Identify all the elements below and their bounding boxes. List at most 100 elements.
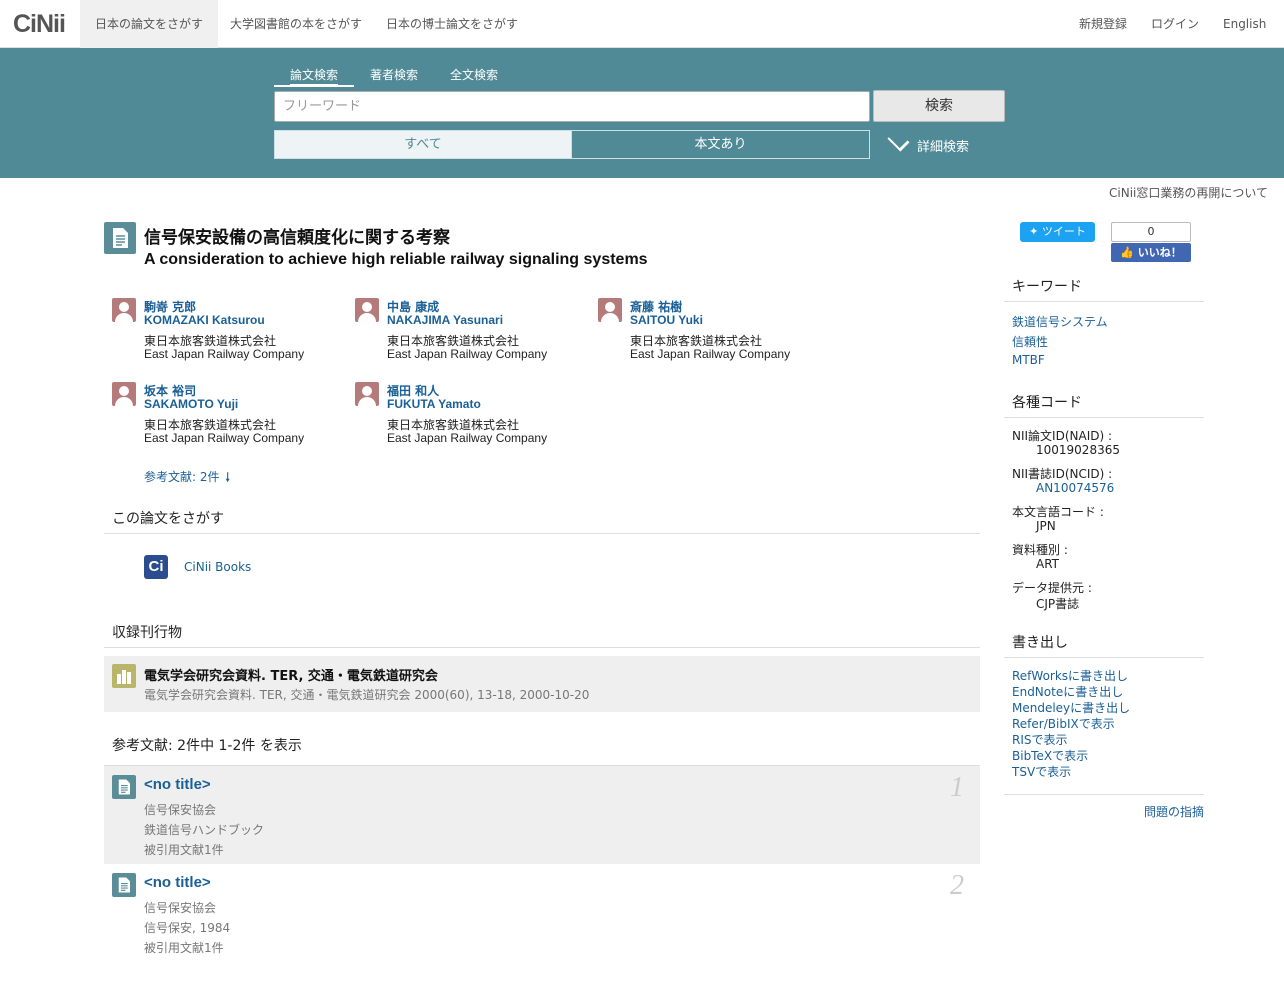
search-button[interactable]: 検索	[873, 90, 1005, 122]
divider	[1004, 794, 1204, 795]
search-tab-papers[interactable]: 論文検索	[290, 66, 339, 86]
tab-university-books[interactable]: 大学図書館の本をさがす	[215, 0, 377, 48]
register-link[interactable]: 新規登録	[1079, 0, 1127, 48]
references-heading: 参考文献: 2件中 1-2件 を表示	[112, 738, 302, 754]
tab-japanese-papers[interactable]: 日本の論文をさがす	[80, 0, 219, 48]
export-ris-link[interactable]: RISで表示	[1012, 731, 1068, 748]
like-count: 0	[1111, 222, 1191, 242]
report-problem-link[interactable]: 問題の指摘	[1144, 803, 1204, 820]
journal-entry: 電気学会研究会資料. TER, 交通・電気鉄道研究会 電気学会研究会資料. TE…	[104, 656, 980, 712]
reference-item: <no title> 信号保安協会 鉄道信号ハンドブック 被引用文献1件 1	[104, 765, 980, 864]
export-bibtex-link[interactable]: BibTeXで表示	[1012, 747, 1088, 764]
code-key-naid: NII論文ID(NAID) :	[1012, 429, 1113, 443]
code-value-naid: 10019028365	[1036, 443, 1120, 457]
filter-fulltext-button[interactable]: 本文あり	[571, 130, 870, 159]
article-icon	[104, 222, 136, 254]
journal-heading: 収録刊行物	[112, 625, 182, 641]
journal-title[interactable]: 電気学会研究会資料. TER, 交通・電気鉄道研究会	[144, 665, 438, 684]
like-button[interactable]: 👍 いいね！	[1111, 243, 1191, 262]
reference-title[interactable]: <no title>	[144, 776, 211, 793]
arrow-down-icon: 🠓	[225, 470, 230, 484]
search-band: 論文検索 著者検索 全文検索 フリーワード 検索 すべて 本文あり 詳細検索	[0, 48, 1284, 178]
code-key-language: 本文言語コード :	[1012, 505, 1104, 519]
person-icon	[355, 382, 379, 406]
tweet-button[interactable]: ✦ ツイート	[1020, 222, 1095, 242]
divider	[104, 647, 980, 648]
cinii-logo[interactable]: CiNii	[13, 10, 66, 39]
reference-number: 2	[950, 870, 964, 901]
code-value-type: ART	[1036, 557, 1060, 571]
article-icon	[112, 873, 136, 897]
tweet-label: ツイート	[1041, 225, 1086, 238]
code-value-provider: CJP書誌	[1036, 597, 1080, 611]
twitter-bird-icon: ✦	[1029, 225, 1042, 238]
find-paper-heading: この論文をさがす	[112, 511, 224, 527]
author-affiliation-en: East Japan Railway Company	[630, 347, 791, 361]
divider	[104, 533, 980, 534]
author-affiliation-en: East Japan Railway Company	[144, 431, 305, 445]
author-affiliation-en: East Japan Railway Company	[387, 347, 548, 361]
reference-cited-count: 被引用文献1件	[144, 941, 224, 955]
reference-source: 信号保安, 1984	[144, 921, 231, 935]
code-value-ncid[interactable]: AN10074576	[1036, 481, 1114, 495]
tab-dissertations[interactable]: 日本の博士論文をさがす	[371, 0, 533, 48]
reference-number: 1	[950, 772, 964, 803]
article-icon	[112, 775, 136, 799]
export-refworks-link[interactable]: RefWorksに書き出し	[1012, 667, 1128, 684]
export-mendeley-link[interactable]: Mendeleyに書き出し	[1012, 699, 1130, 716]
keyword-link[interactable]: 信頼性	[1012, 333, 1048, 350]
export-heading: 書き出し	[1012, 635, 1068, 651]
notice-link[interactable]: CiNii窓口業務の再開について	[1109, 184, 1268, 201]
reference-item: <no title> 信号保安協会 信号保安, 1984 被引用文献1件 2	[104, 864, 980, 963]
author-name-en[interactable]: FUKUTA Yamato	[387, 397, 481, 411]
author-name-en[interactable]: SAITOU Yuki	[630, 313, 703, 327]
search-tab-fulltext[interactable]: 全文検索	[450, 66, 498, 86]
paper-title-ja: 信号保安設備の高信頼度化に関する考察	[144, 228, 450, 248]
export-tsv-link[interactable]: TSVで表示	[1012, 763, 1071, 780]
chevron-down-icon	[887, 129, 910, 152]
references-jump-link[interactable]: 参考文献: 2件 🠓	[144, 468, 230, 489]
english-link[interactable]: English	[1223, 0, 1266, 48]
reference-publisher: 信号保安協会	[144, 803, 217, 817]
references-jump-label: 参考文献: 2件	[144, 470, 220, 484]
thumbs-up-icon: 👍	[1120, 246, 1138, 259]
code-key-provider: データ提供元 :	[1012, 581, 1092, 595]
reference-publisher: 信号保安協会	[144, 901, 217, 915]
advanced-search-toggle[interactable]: 詳細検索	[887, 129, 970, 155]
person-icon	[112, 382, 136, 406]
cinii-books-link[interactable]: CiNii Books	[184, 560, 251, 574]
journal-detail: 電気学会研究会資料. TER, 交通・電気鉄道研究会 2000(60), 13-…	[144, 688, 590, 702]
reference-source: 鉄道信号ハンドブック	[144, 823, 265, 837]
top-navigation: CiNii 日本の論文をさがす 大学図書館の本をさがす 日本の博士論文をさがす …	[0, 0, 1284, 48]
keyword-link[interactable]: MTBF	[1012, 353, 1045, 367]
like-label: いいね！	[1137, 246, 1182, 259]
divider	[1004, 417, 1204, 418]
export-endnote-link[interactable]: EndNoteに書き出し	[1012, 683, 1123, 700]
code-value-language: JPN	[1036, 519, 1056, 533]
author-name-en[interactable]: NAKAJIMA Yasunari	[387, 313, 503, 327]
active-tab-underline	[274, 85, 354, 87]
code-key-type: 資料種別 :	[1012, 543, 1068, 557]
divider	[1004, 657, 1204, 658]
advanced-search-label: 詳細検索	[917, 140, 970, 155]
person-icon	[598, 298, 622, 322]
reference-title[interactable]: <no title>	[144, 874, 211, 891]
keyword-link[interactable]: 鉄道信号システム	[1012, 313, 1108, 330]
author-affiliation-en: East Japan Railway Company	[387, 431, 548, 445]
filter-all-button[interactable]: すべて	[274, 130, 572, 159]
search-tab-authors[interactable]: 著者検索	[370, 66, 418, 86]
paper-title-en: A consideration to achieve high reliable…	[144, 251, 648, 268]
login-link[interactable]: ログイン	[1151, 0, 1199, 48]
search-input[interactable]: フリーワード	[274, 91, 870, 122]
author-name-en[interactable]: KOMAZAKI Katsurou	[144, 313, 265, 327]
author-name-en[interactable]: SAKAMOTO Yuji	[144, 397, 238, 411]
codes-heading: 各種コード	[1012, 395, 1082, 411]
divider	[1004, 301, 1204, 302]
export-refer-link[interactable]: Refer/BibIXで表示	[1012, 715, 1115, 732]
code-key-ncid: NII書誌ID(NCID) :	[1012, 467, 1113, 481]
reference-cited-count: 被引用文献1件	[144, 843, 224, 857]
cinii-books-icon[interactable]: Ci	[144, 555, 168, 579]
person-icon	[112, 298, 136, 322]
person-icon	[355, 298, 379, 322]
keywords-heading: キーワード	[1012, 279, 1082, 295]
